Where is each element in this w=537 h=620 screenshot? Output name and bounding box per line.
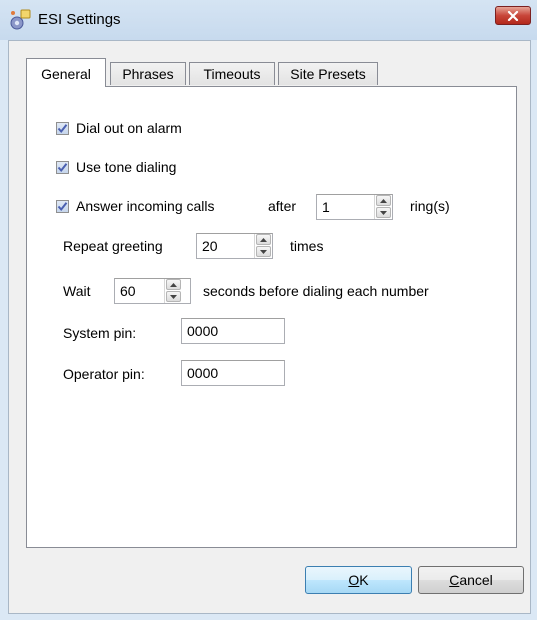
tab-site-presets[interactable]: Site Presets <box>278 62 378 85</box>
check-mark-icon <box>57 163 68 173</box>
ok-button[interactable]: OK <box>305 566 412 594</box>
tab-phrases[interactable]: Phrases <box>110 62 186 85</box>
answer-calls-label: Answer incoming calls <box>76 198 215 214</box>
close-button[interactable] <box>495 6 531 25</box>
esi-gear-icon <box>8 8 32 32</box>
arrow-down-icon <box>170 294 177 299</box>
check-mark-icon <box>57 124 68 134</box>
esi-settings-window: ESI Settings General Phrases Timeouts Si… <box>0 0 537 620</box>
spin-down-button[interactable] <box>256 246 271 257</box>
spin-down-button[interactable] <box>166 291 181 302</box>
arrow-up-icon <box>260 237 267 242</box>
spin-down-button[interactable] <box>376 207 391 218</box>
tone-dialing-label: Use tone dialing <box>76 159 177 175</box>
wait-seconds-spinner[interactable] <box>164 279 182 303</box>
general-tab-panel <box>26 86 517 548</box>
cancel-mnemonic: C <box>449 572 460 588</box>
ok-label-rest: K <box>359 572 369 588</box>
tab-label: General <box>41 65 91 82</box>
arrow-up-icon <box>170 282 177 287</box>
spin-up-button[interactable] <box>166 279 181 290</box>
spin-up-button[interactable] <box>376 195 391 206</box>
check-mark-icon <box>57 202 68 212</box>
arrow-down-icon <box>260 249 267 254</box>
rings-suffix: ring(s) <box>410 198 450 214</box>
close-icon <box>507 8 519 24</box>
cancel-label-rest: ancel <box>459 572 493 588</box>
tab-label: Phrases <box>122 66 174 82</box>
system-pin-label: System pin: <box>63 325 137 341</box>
title-bar[interactable]: ESI Settings <box>0 0 537 40</box>
rings-spinner[interactable] <box>374 195 392 219</box>
arrow-up-icon <box>380 198 387 203</box>
dial-out-checkbox[interactable] <box>56 122 69 135</box>
spin-up-button[interactable] <box>256 234 271 245</box>
tab-general[interactable]: General <box>26 58 106 88</box>
answer-calls-checkbox[interactable] <box>56 200 69 213</box>
system-pin-field[interactable] <box>181 318 285 344</box>
repeat-greeting-label: Repeat greeting <box>63 238 163 254</box>
repeat-greeting-suffix: times <box>290 238 324 254</box>
operator-pin-label: Operator pin: <box>63 366 145 382</box>
tone-dialing-checkbox[interactable] <box>56 161 69 174</box>
tab-label: Timeouts <box>203 66 261 82</box>
repeat-greeting-spinner[interactable] <box>254 234 272 258</box>
wait-suffix: seconds before dialing each number <box>203 283 429 299</box>
arrow-down-icon <box>380 210 387 215</box>
tab-label: Site Presets <box>290 66 366 82</box>
dial-out-label: Dial out on alarm <box>76 120 182 136</box>
cancel-button[interactable]: Cancel <box>418 566 524 594</box>
operator-pin-field[interactable] <box>181 360 285 386</box>
ok-mnemonic: O <box>348 572 360 588</box>
answer-after-label: after <box>268 198 297 214</box>
active-tab-joint <box>27 85 105 87</box>
window-title: ESI Settings <box>38 11 121 28</box>
tab-timeouts[interactable]: Timeouts <box>189 62 275 85</box>
wait-label: Wait <box>63 283 91 299</box>
